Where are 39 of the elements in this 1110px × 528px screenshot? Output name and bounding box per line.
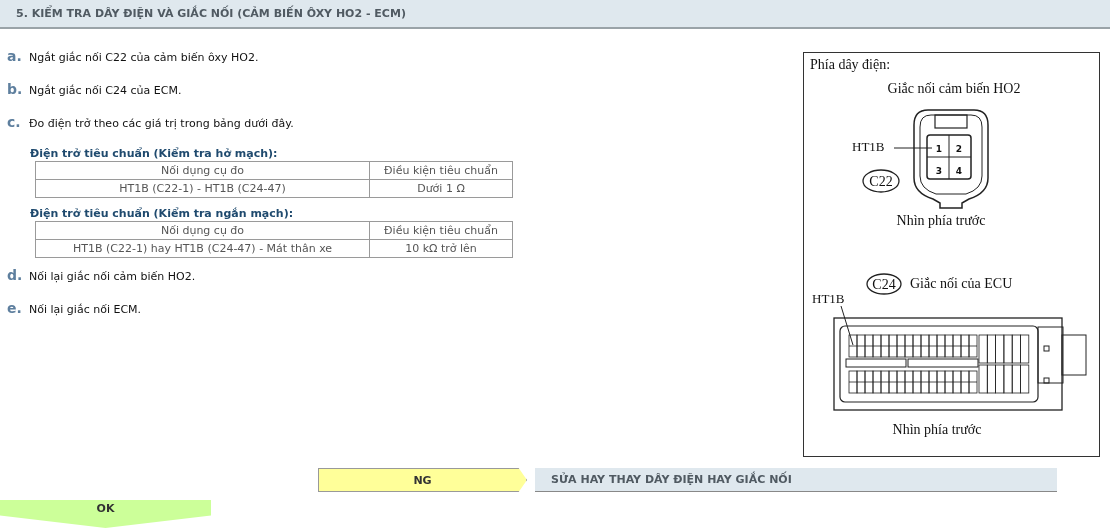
column-header: Nối dụng cụ đo [35, 221, 370, 240]
table-cell: HT1B (C22-1) hay HT1B (C24-47) - Mát thân xe [35, 239, 370, 258]
step-text: Đo điện trở theo các giá trị trong bảng dưới đây. [29, 117, 294, 130]
connector-code: C22 [869, 174, 893, 189]
pin-number: 2 [955, 144, 963, 154]
ng-label: NG [413, 473, 432, 487]
step-text: Ngắt giắc nối C22 của cảm biến ôxy HO2. [29, 51, 259, 64]
pin-label: HT1B [852, 139, 885, 154]
step-letter: d. [7, 267, 24, 283]
pin-label: HT1B [812, 291, 845, 306]
step-text: Nối lại giắc nối cảm biến HO2. [29, 270, 196, 283]
table-caption: Điện trở tiêu chuẩn (Kiểm tra ngắn mạch): [30, 207, 295, 220]
connector-title: Giắc nối cảm biến HO2 [887, 81, 1021, 96]
connector-code-ellipse [866, 273, 902, 295]
step-letter: b. [7, 81, 24, 97]
connector-code: C24 [872, 277, 896, 292]
step-text: Nối lại giắc nối ECM. [29, 303, 142, 316]
view-caption: Nhìn phía trước [896, 213, 986, 228]
pin-number: 3 [935, 166, 943, 176]
column-header: Điều kiện tiêu chuẩn [369, 161, 513, 180]
connector-code-ellipse [862, 169, 900, 193]
table-cell: Dưới 1 Ω [369, 179, 513, 198]
diagram-heading: Phía dây điện: [810, 57, 891, 72]
repair-action-text: SỬA HAY THAY DÂY ĐIỆN HAY GIẮC NỐI [551, 473, 792, 486]
step-letter: c. [7, 114, 22, 130]
pin-number: 4 [955, 166, 963, 176]
table-cell: HT1B (C22-1) - HT1B (C24-47) [35, 179, 370, 198]
column-header: Điều kiện tiêu chuẩn [369, 221, 513, 240]
step-letter: a. [7, 48, 23, 64]
section-title: 5. KIỂM TRA DÂY ĐIỆN VÀ GIẮC NỐI (CẢM BIẾN ÔXY HO2 - ECM) [16, 7, 406, 20]
step-text: Ngắt giắc nối C24 của ECM. [29, 84, 182, 97]
column-header: Nối dụng cụ đo [35, 161, 370, 180]
pin-number: 1 [935, 144, 943, 154]
step-letter: e. [7, 300, 23, 316]
view-caption: Nhìn phía trước [892, 422, 982, 437]
table-caption: Điện trở tiêu chuẩn (Kiểm tra hở mạch): [30, 147, 279, 160]
ok-label: OK [96, 502, 115, 517]
connector-title: Giắc nối của ECU [910, 276, 1013, 291]
table-cell: 10 kΩ trở lên [369, 239, 513, 258]
